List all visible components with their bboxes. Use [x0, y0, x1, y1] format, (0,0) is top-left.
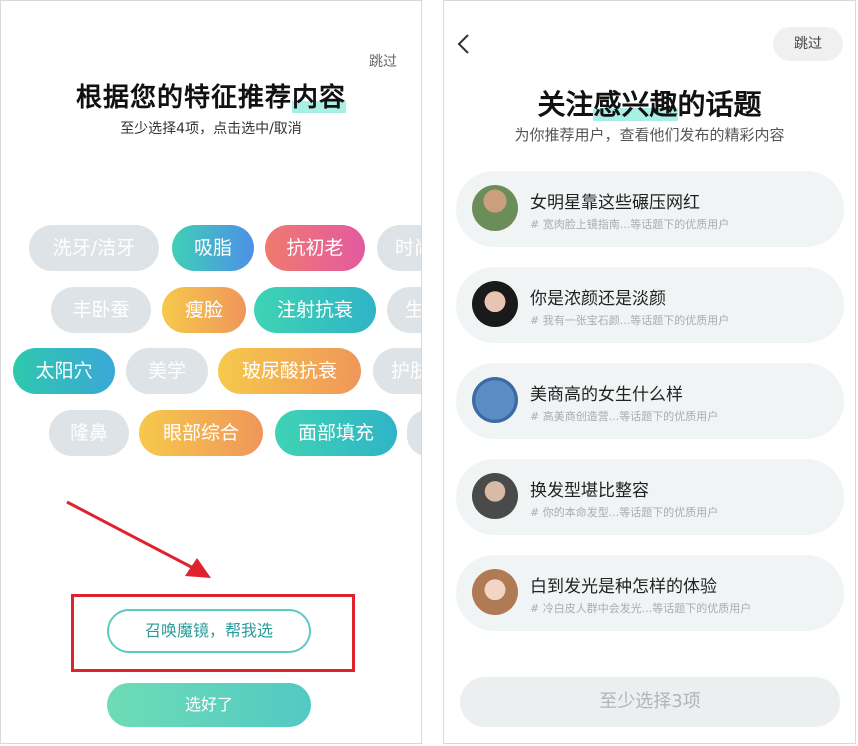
- interest-selection-screen: 跳过 根据您的特征推荐内容 至少选择4项，点击选中/取消 洗牙/洁牙 吸脂 抗初…: [0, 0, 422, 744]
- page-title-suffix: 的话题: [677, 88, 762, 121]
- tag-label: 注射抗衰: [276, 299, 353, 321]
- tag-pill-selected[interactable]: 抗初老: [265, 225, 365, 271]
- tag-pill-selected[interactable]: 玻尿酸抗衰: [218, 348, 361, 394]
- page-title-main: 根据您的特征推荐: [75, 83, 292, 113]
- page-title: 关注感兴趣的话题: [444, 83, 855, 123]
- topic-title: 女明星靠这些碾压网红: [530, 193, 700, 213]
- topic-title: 美商高的女生什么样: [530, 385, 683, 405]
- page-title-prefix: 关注: [537, 88, 594, 121]
- back-arrow-icon[interactable]: [456, 33, 470, 55]
- topic-avatar: [472, 473, 518, 519]
- topic-description: # 我有一张宝石颜...等话题下的优质用户: [530, 314, 730, 327]
- tag-pill[interactable]: 美学: [126, 348, 208, 394]
- tag-label: 时尚: [395, 237, 421, 259]
- topic-description: # 宽肉脸上镜指南...等话题下的优质用户: [530, 218, 730, 231]
- skip-link[interactable]: 跳过: [369, 51, 397, 71]
- tag-label: 抗初老: [286, 237, 344, 259]
- topic-avatar: [472, 569, 518, 615]
- done-button[interactable]: 选好了: [107, 683, 311, 727]
- tag-label: 眼部综合: [162, 422, 239, 444]
- tag-label: 玻尿酸抗衰: [241, 360, 337, 382]
- topic-title: 你是浓颜还是淡颜: [530, 289, 666, 309]
- tag-pill[interactable]: 护肤: [373, 348, 421, 394]
- page-title-highlight: 内容: [292, 83, 347, 113]
- topic-card[interactable]: 你是浓颜还是淡颜 # 我有一张宝石颜...等话题下的优质用户: [456, 267, 844, 343]
- topic-description: # 冷白皮人群中会发光...等话题下的优质用户: [530, 602, 752, 615]
- tag-pill-selected[interactable]: 面部填充: [275, 410, 397, 456]
- tag-pill-selected[interactable]: 眼部综合: [139, 410, 263, 456]
- tag-pill-selected[interactable]: 瘦脸: [162, 287, 246, 333]
- topic-avatar: [472, 185, 518, 231]
- topic-title: 换发型堪比整容: [530, 481, 649, 501]
- topic-avatar: [472, 281, 518, 327]
- tag-label: 生: [405, 299, 421, 321]
- page-title-highlight: 感兴趣: [593, 88, 678, 121]
- topic-avatar: [472, 377, 518, 423]
- tag-pill-selected[interactable]: 吸脂: [172, 225, 254, 271]
- tag-label: 护肤: [391, 360, 421, 382]
- magic-mirror-button[interactable]: 召唤魔镜，帮我选: [107, 609, 311, 653]
- topic-description: # 你的本命发型...等话题下的优质用户: [530, 506, 719, 519]
- tag-label: 美学: [147, 360, 186, 382]
- annotation-arrow: [66, 500, 211, 578]
- topic-card[interactable]: 美商高的女生什么样 # 高美商创造营...等话题下的优质用户: [456, 363, 844, 439]
- tag-label: 面部填充: [297, 422, 374, 444]
- tag-pill-selected[interactable]: 注射抗衰: [254, 287, 376, 333]
- topic-card[interactable]: 换发型堪比整容 # 你的本命发型...等话题下的优质用户: [456, 459, 844, 535]
- topic-title: 白到发光是种怎样的体验: [530, 577, 717, 597]
- tag-label: 太阳穴: [35, 360, 93, 382]
- tag-pill-selected[interactable]: 太阳穴: [13, 348, 115, 394]
- tag-pill[interactable]: 洗牙/洁牙: [29, 225, 159, 271]
- page-subtitle: 为你推荐用户，查看他们发布的精彩内容: [514, 126, 785, 144]
- tag-pill[interactable]: 丰卧蚕: [51, 287, 151, 333]
- tag-pill[interactable]: [407, 410, 421, 456]
- tag-label: 丰卧蚕: [72, 299, 130, 321]
- tag-label: 隆鼻: [69, 422, 108, 444]
- topic-selection-screen: 跳过 关注感兴趣的话题 为你推荐用户，查看他们发布的精彩内容 女明星靠这些碾压网…: [443, 0, 856, 744]
- topic-card[interactable]: 女明星靠这些碾压网红 # 宽肉脸上镜指南...等话题下的优质用户: [456, 171, 844, 247]
- tag-label: 瘦脸: [184, 299, 223, 321]
- page-subtitle: 至少选择4项，点击选中/取消: [120, 121, 302, 137]
- skip-button[interactable]: 跳过: [773, 27, 843, 61]
- tag-label: 洗牙/洁牙: [52, 237, 136, 259]
- tag-pill[interactable]: 隆鼻: [49, 410, 129, 456]
- page-title: 根据您的特征推荐内容: [1, 77, 421, 114]
- topic-description: # 高美商创造营...等话题下的优质用户: [530, 410, 719, 423]
- tag-label: 吸脂: [193, 237, 232, 259]
- tag-pill[interactable]: 时尚: [377, 225, 421, 271]
- topic-card[interactable]: 白到发光是种怎样的体验 # 冷白皮人群中会发光...等话题下的优质用户: [456, 555, 844, 631]
- select-min-button[interactable]: 至少选择3项: [460, 677, 840, 727]
- tag-pill[interactable]: 生: [387, 287, 421, 333]
